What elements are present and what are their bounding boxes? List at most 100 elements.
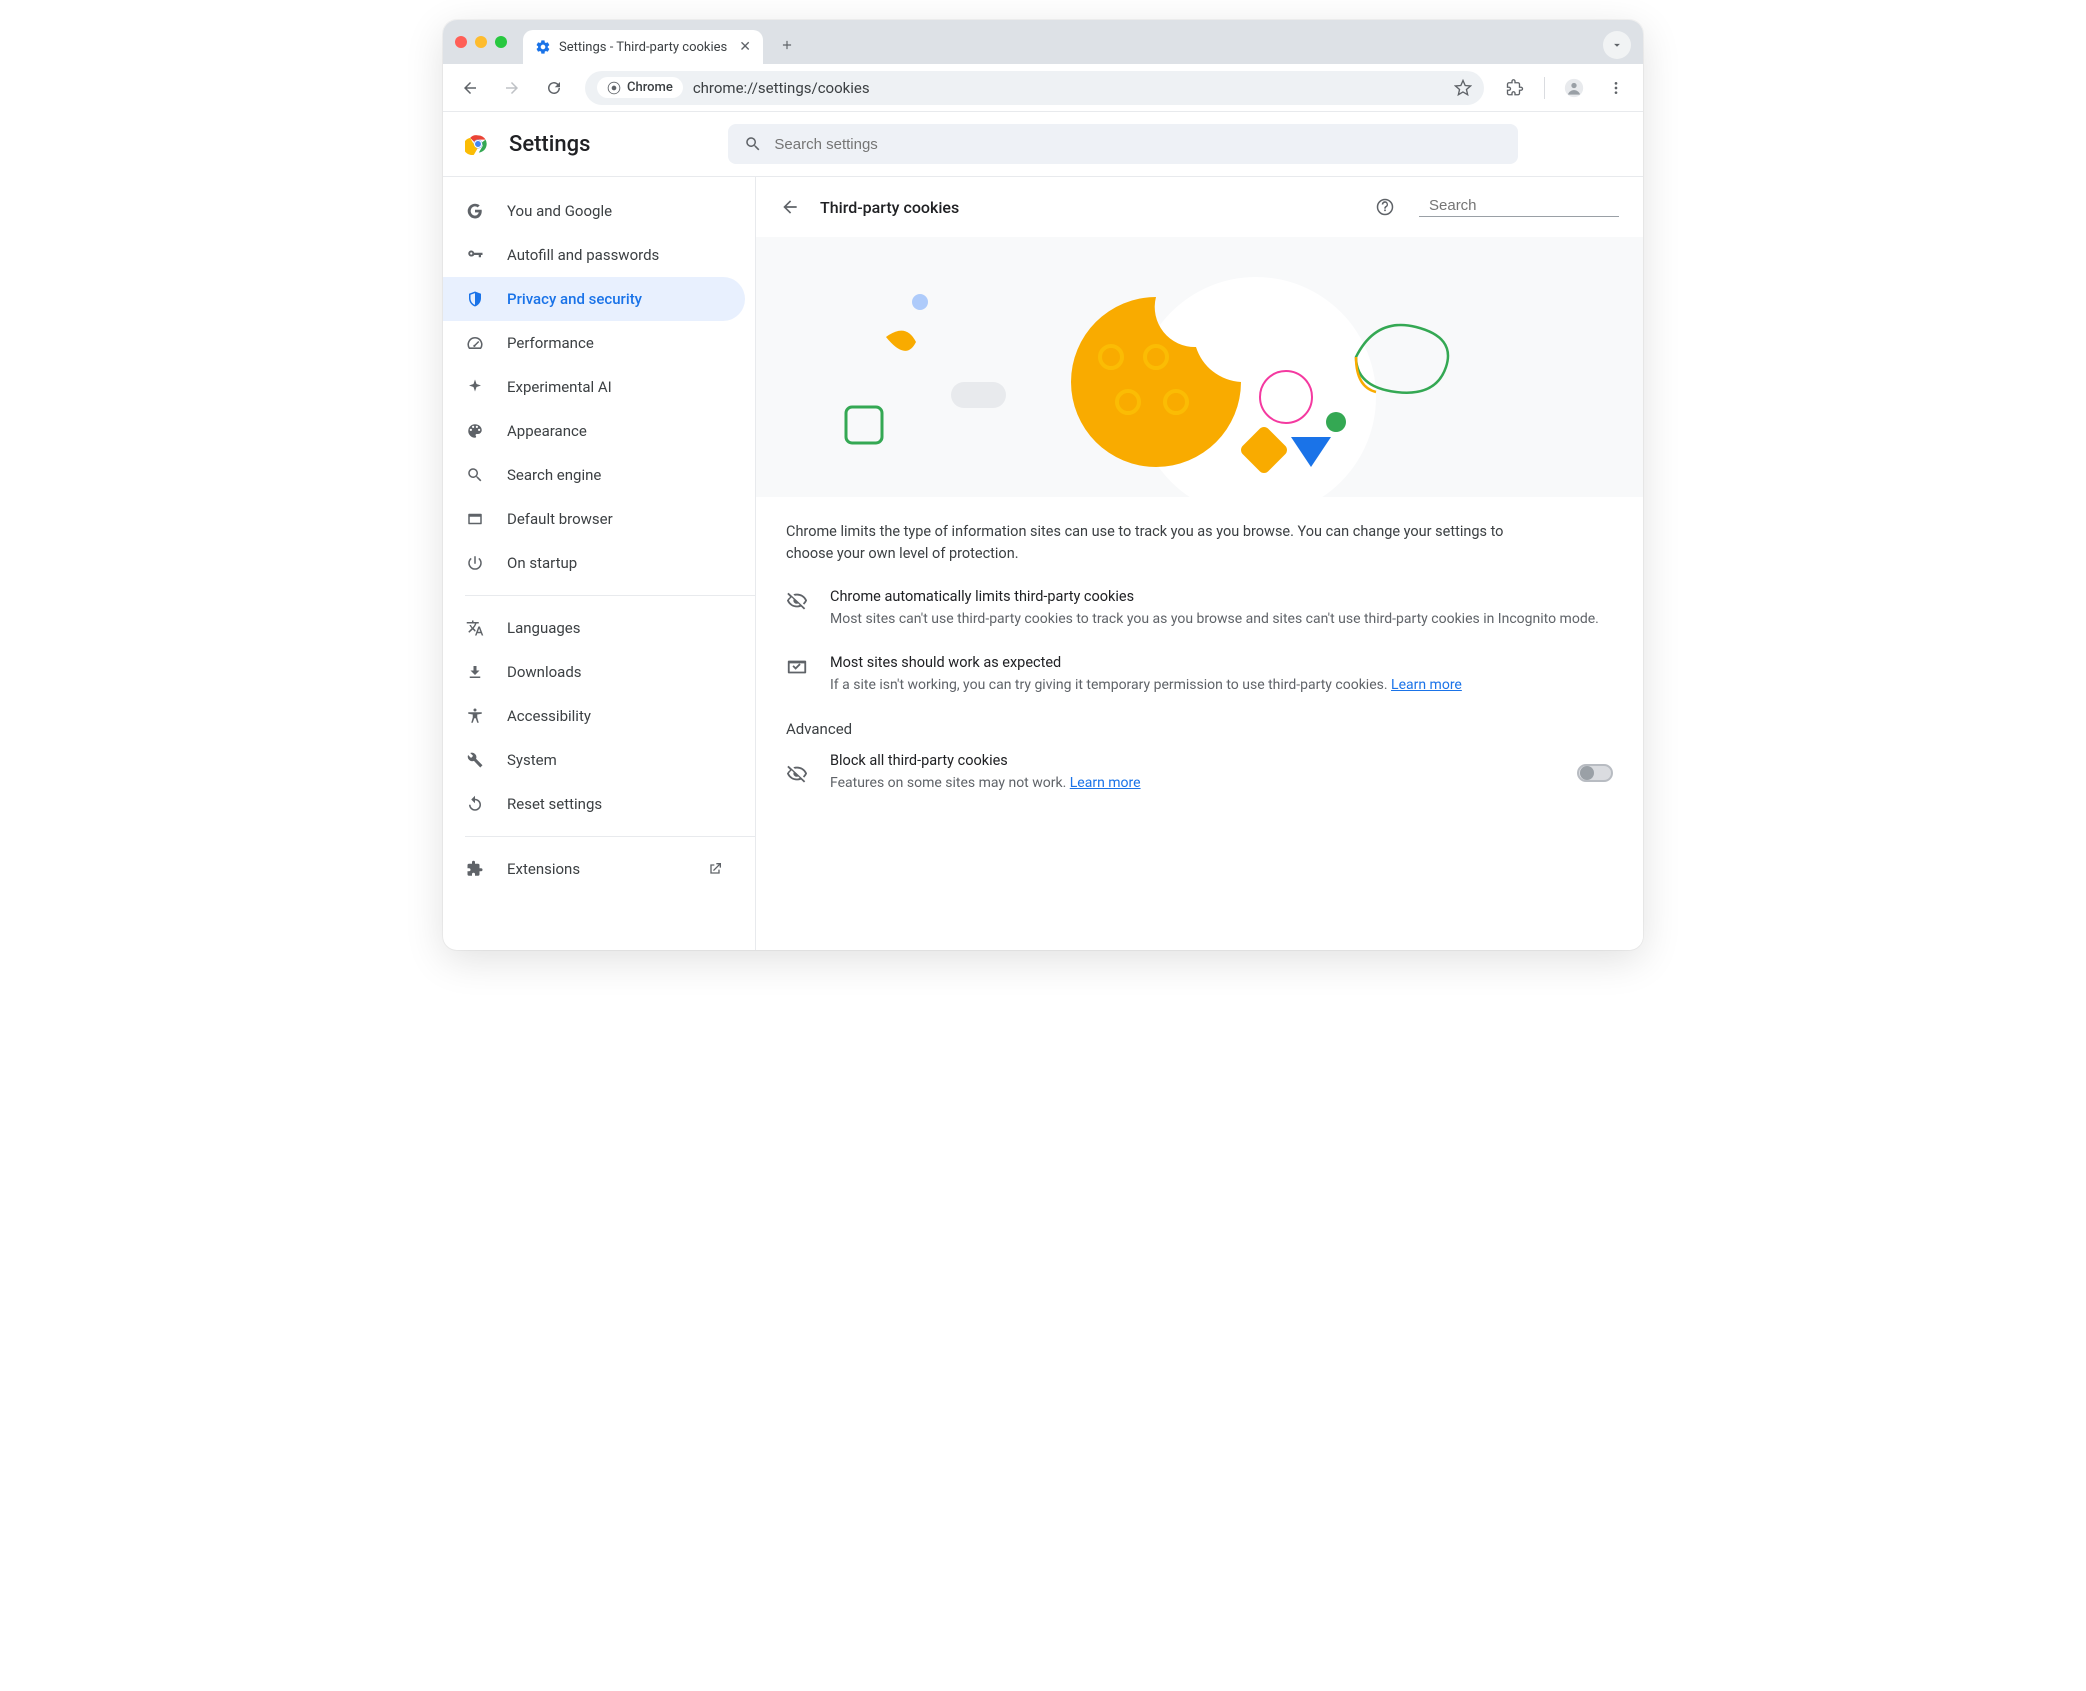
back-button[interactable] — [453, 71, 487, 105]
chrome-logo-icon — [465, 131, 491, 157]
url-text: chrome://settings/cookies — [693, 79, 1444, 97]
sparkle-icon — [465, 377, 485, 397]
menu-button[interactable] — [1599, 71, 1633, 105]
sidebar-divider — [465, 836, 755, 837]
sidebar-item-appearance[interactable]: Appearance — [443, 409, 745, 453]
minimize-window-button[interactable] — [475, 36, 487, 48]
sidebar-item-label: On startup — [507, 554, 577, 572]
power-icon — [465, 553, 485, 573]
domain-verification-icon — [786, 654, 810, 696]
sidebar-item-languages[interactable]: Languages — [443, 606, 745, 650]
shield-icon — [465, 289, 485, 309]
block-desc-text: Features on some sites may not work. — [830, 775, 1070, 791]
info-row-limits: Chrome automatically limits third-party … — [786, 588, 1613, 630]
sidebar-item-label: Languages — [507, 619, 581, 637]
tab-title: Settings - Third-party cookies — [559, 40, 731, 55]
palette-icon — [465, 421, 485, 441]
sidebar-item-accessibility[interactable]: Accessibility — [443, 694, 745, 738]
gear-icon — [535, 39, 551, 55]
sidebar-divider — [465, 595, 755, 596]
close-tab-button[interactable]: ✕ — [739, 39, 751, 55]
browser-tab[interactable]: Settings - Third-party cookies ✕ — [523, 30, 763, 64]
advanced-heading: Advanced — [786, 720, 1613, 738]
profile-button[interactable] — [1557, 71, 1591, 105]
main-header: Third-party cookies — [756, 177, 1643, 237]
search-icon — [465, 465, 485, 485]
search-settings-input[interactable] — [728, 124, 1518, 164]
download-icon — [465, 662, 485, 682]
sidebar-item-system[interactable]: System — [443, 738, 745, 782]
bookmark-button[interactable] — [1454, 79, 1472, 97]
sidebar-item-autofill[interactable]: Autofill and passwords — [443, 233, 745, 277]
content-area: Chrome limits the type of information si… — [756, 497, 1643, 818]
block-description: Features on some sites may not work. Lea… — [830, 773, 1557, 794]
info-title: Most sites should work as expected — [830, 654, 1462, 671]
toolbar-separator — [1544, 77, 1545, 99]
block-all-toggle[interactable] — [1577, 764, 1613, 782]
speedometer-icon — [465, 333, 485, 353]
site-identity-label: Chrome — [627, 80, 673, 95]
info-description: Most sites can't use third-party cookies… — [830, 609, 1599, 630]
intro-text: Chrome limits the type of information si… — [786, 521, 1506, 566]
sidebar-item-label: Reset settings — [507, 795, 602, 813]
sidebar-item-label: Appearance — [507, 422, 587, 440]
learn-more-link[interactable]: Learn more — [1391, 677, 1462, 693]
sidebar-item-reset[interactable]: Reset settings — [443, 782, 745, 826]
reload-button[interactable] — [537, 71, 571, 105]
visibility-off-icon — [786, 761, 810, 785]
sidebar-item-label: Autofill and passwords — [507, 246, 659, 264]
extensions-button[interactable] — [1498, 71, 1532, 105]
info-title: Chrome automatically limits third-party … — [830, 588, 1599, 605]
accessibility-icon — [465, 706, 485, 726]
key-icon — [465, 245, 485, 265]
learn-more-link[interactable]: Learn more — [1070, 775, 1141, 791]
visibility-off-icon — [786, 588, 810, 630]
sidebar-item-privacy[interactable]: Privacy and security — [443, 277, 745, 321]
section-search[interactable] — [1419, 197, 1619, 217]
sidebar-item-label: Extensions — [507, 860, 580, 878]
block-title: Block all third-party cookies — [830, 752, 1557, 769]
help-button[interactable] — [1375, 197, 1395, 217]
close-window-button[interactable] — [455, 36, 467, 48]
sidebar-item-performance[interactable]: Performance — [443, 321, 745, 365]
new-tab-button[interactable] — [773, 31, 801, 59]
google-g-icon — [465, 201, 485, 221]
sidebar-item-default-browser[interactable]: Default browser — [443, 497, 745, 541]
section-title: Third-party cookies — [820, 198, 959, 217]
traffic-lights — [455, 36, 507, 48]
block-all-row: Block all third-party cookies Features o… — [786, 752, 1613, 794]
sidebar-item-on-startup[interactable]: On startup — [443, 541, 745, 585]
sidebar-item-you-and-google[interactable]: You and Google — [443, 189, 745, 233]
site-identity[interactable]: Chrome — [597, 77, 683, 98]
forward-button[interactable] — [495, 71, 529, 105]
back-arrow-button[interactable] — [780, 197, 800, 217]
sidebar-item-experimental-ai[interactable]: Experimental AI — [443, 365, 745, 409]
sidebar-item-label: Experimental AI — [507, 378, 612, 396]
sidebar-item-label: Accessibility — [507, 707, 591, 725]
browser-icon — [465, 509, 485, 529]
maximize-window-button[interactable] — [495, 36, 507, 48]
search-settings-field[interactable] — [774, 136, 1502, 153]
sidebar-item-label: You and Google — [507, 202, 612, 220]
info-description: If a site isn't working, you can try giv… — [830, 675, 1462, 696]
hero-illustration — [756, 237, 1643, 497]
sidebar-item-search-engine[interactable]: Search engine — [443, 453, 745, 497]
page-title: Settings — [509, 132, 590, 157]
main-panel: Third-party cookies — [755, 177, 1643, 950]
sidebar-item-label: System — [507, 751, 557, 769]
info-row-expected: Most sites should work as expected If a … — [786, 654, 1613, 696]
sidebar-item-downloads[interactable]: Downloads — [443, 650, 745, 694]
address-bar[interactable]: Chrome chrome://settings/cookies — [585, 71, 1484, 105]
sidebar-item-label: Search engine — [507, 466, 601, 484]
tab-overflow-button[interactable] — [1603, 31, 1631, 59]
chrome-logo-icon — [607, 81, 621, 95]
reset-icon — [465, 794, 485, 814]
section-search-field[interactable] — [1429, 197, 1628, 214]
settings-body: You and Google Autofill and passwords Pr… — [443, 176, 1643, 950]
sidebar-item-extensions[interactable]: Extensions — [443, 847, 745, 891]
browser-toolbar: Chrome chrome://settings/cookies — [443, 64, 1643, 112]
sidebar: You and Google Autofill and passwords Pr… — [443, 177, 755, 950]
sidebar-item-label: Privacy and security — [507, 290, 642, 308]
sidebar-item-label: Default browser — [507, 510, 613, 528]
extension-icon — [465, 859, 485, 879]
